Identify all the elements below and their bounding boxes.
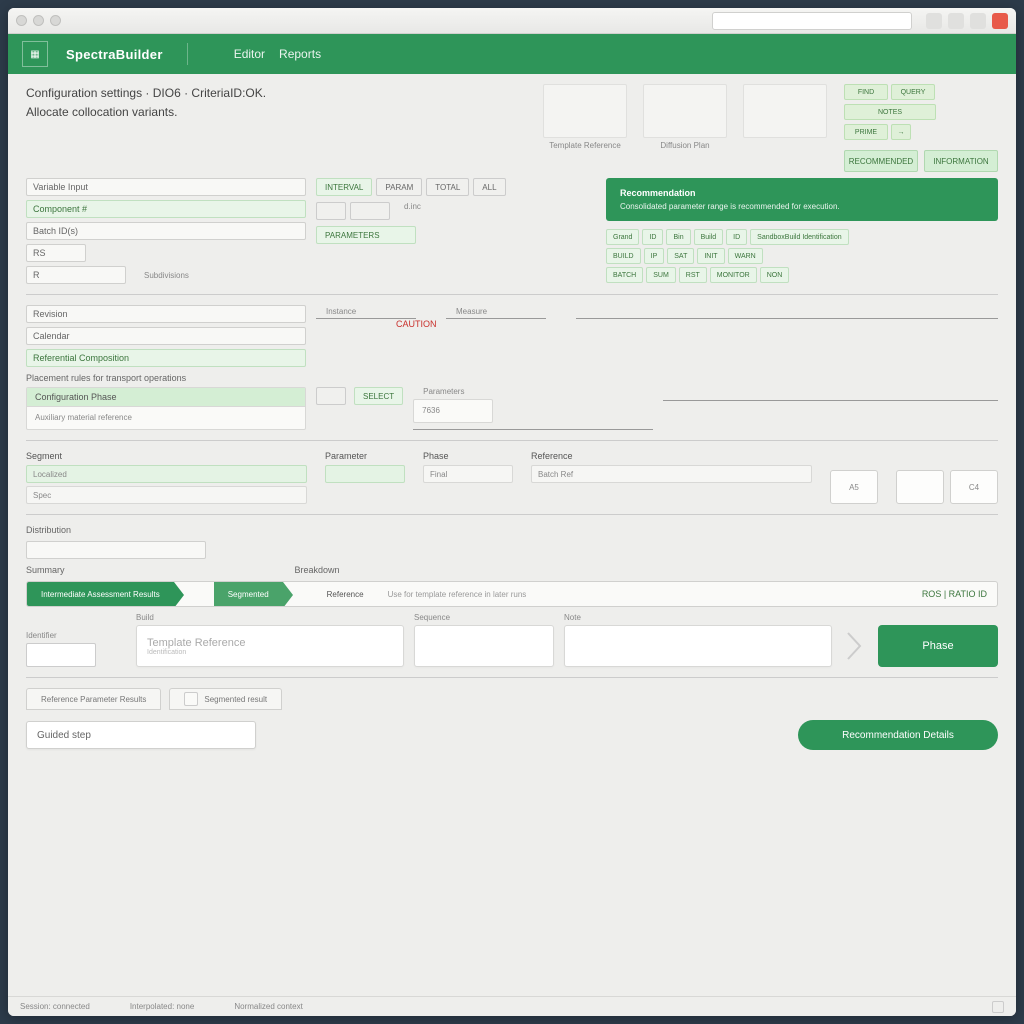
query-button[interactable]: QUERY xyxy=(891,84,935,100)
subdivisions-label: Subdivisions xyxy=(144,271,189,280)
chip[interactable]: SAT xyxy=(667,248,694,264)
chip[interactable]: ID xyxy=(726,229,747,245)
titlebar xyxy=(8,8,1016,34)
arrow-button[interactable]: → xyxy=(891,124,911,140)
all-button[interactable]: ALL xyxy=(473,178,505,196)
parameters-button[interactable]: PARAMETERS xyxy=(316,226,416,244)
field-r[interactable]: R xyxy=(26,266,126,284)
step-1[interactable]: Intermediate Assessment Results xyxy=(27,582,174,606)
tab-reference[interactable]: Reference Parameter Results xyxy=(26,688,161,710)
step-badge: ROS | RATIO ID xyxy=(912,589,997,599)
build-input[interactable]: Template Reference Identification xyxy=(136,625,404,667)
toolbar-icon[interactable] xyxy=(948,13,964,29)
chip[interactable]: WARN xyxy=(728,248,763,264)
field-component[interactable]: Component # xyxy=(26,200,306,218)
nav-editor[interactable]: Editor xyxy=(234,47,265,61)
thumbnail[interactable] xyxy=(740,84,830,150)
max-dot[interactable] xyxy=(50,15,61,26)
close-dot[interactable] xyxy=(16,15,27,26)
ref-field[interactable]: Batch Ref xyxy=(531,465,812,483)
spec-field[interactable]: Spec xyxy=(26,486,307,504)
app-title: SpectraBuilder xyxy=(66,47,163,62)
tab-segmented[interactable]: Segmented result xyxy=(169,688,282,710)
guided-step-dropdown[interactable]: Guided step xyxy=(26,721,256,749)
min-dot[interactable] xyxy=(33,15,44,26)
url-bar[interactable] xyxy=(712,12,912,30)
recommendation-details-button[interactable]: Recommendation Details xyxy=(798,720,998,750)
intro-text: Configuration settings · DIO6 · Criteria… xyxy=(26,84,326,122)
nav-reports[interactable]: Reports xyxy=(279,47,321,61)
app-header: ▦ SpectraBuilder Editor Reports xyxy=(8,34,1016,74)
chip[interactable]: Grand xyxy=(606,229,639,245)
chip[interactable]: RST xyxy=(679,267,707,283)
window-controls xyxy=(16,15,61,26)
prime-button[interactable]: PRIME xyxy=(844,124,888,140)
field-refcomp[interactable]: Referential Composition xyxy=(26,349,306,367)
section-title: Placement rules for transport operations xyxy=(26,373,998,383)
identifier-input[interactable] xyxy=(26,643,96,667)
caution-text: CAUTION xyxy=(396,319,998,329)
field-rs[interactable]: RS xyxy=(26,244,86,262)
distribution-field[interactable] xyxy=(26,541,206,559)
total-button[interactable]: TOTAL xyxy=(426,178,469,196)
chip[interactable]: SUM xyxy=(646,267,676,283)
step-progress: Intermediate Assessment Results Segmente… xyxy=(26,581,998,607)
status-icon xyxy=(992,1001,1004,1013)
chip[interactable]: Build xyxy=(694,229,724,245)
toolbar-icon[interactable] xyxy=(926,13,942,29)
field-batch[interactable]: Batch ID(s) xyxy=(26,222,306,240)
toolbar-icon[interactable] xyxy=(970,13,986,29)
find-button[interactable]: FIND xyxy=(844,84,888,100)
thumbnail[interactable]: Template Reference xyxy=(540,84,630,150)
chip[interactable]: BATCH xyxy=(606,267,643,283)
chip[interactable]: SandboxBuild Identification xyxy=(750,229,848,245)
mini-button[interactable] xyxy=(316,202,346,220)
phase-field[interactable]: Final xyxy=(423,465,513,483)
recommended-button[interactable]: RECOMMENDED xyxy=(844,150,918,172)
chip[interactable]: MONITOR xyxy=(710,267,757,283)
chip[interactable]: BUILD xyxy=(606,248,641,264)
step-3[interactable]: Reference xyxy=(313,582,378,606)
phase-button[interactable]: Phase xyxy=(878,625,998,667)
chip[interactable]: INIT xyxy=(697,248,724,264)
mini-button[interactable] xyxy=(350,202,390,220)
field-calendar[interactable]: Calendar xyxy=(26,327,306,345)
card[interactable] xyxy=(896,470,944,504)
step-2[interactable]: Segmented xyxy=(214,582,283,606)
mini-button[interactable] xyxy=(316,387,346,405)
recommendation-banner: Recommendation Consolidated parameter ra… xyxy=(606,178,998,221)
card[interactable]: C4 xyxy=(950,470,998,504)
chip[interactable]: IP xyxy=(644,248,665,264)
segment-field[interactable]: Localized xyxy=(26,465,307,483)
status-bar: Session: connected Interpolated: none No… xyxy=(8,996,1016,1016)
chip[interactable]: ID xyxy=(642,229,663,245)
chevron-right-icon xyxy=(842,625,868,667)
distribution-label: Distribution xyxy=(26,525,998,535)
sequence-input[interactable] xyxy=(414,625,554,667)
select-button[interactable]: SELECT xyxy=(354,387,403,405)
thumbnail[interactable]: Diffusion Plan xyxy=(640,84,730,150)
note-input[interactable] xyxy=(564,625,832,667)
logo-icon: ▦ xyxy=(22,41,48,67)
notification-icon[interactable] xyxy=(992,13,1008,29)
interval-button[interactable]: INTERVAL xyxy=(316,178,372,196)
field-revision[interactable]: Revision xyxy=(26,305,306,323)
field-variable[interactable]: Variable Input xyxy=(26,178,306,196)
chip[interactable]: Bin xyxy=(666,229,690,245)
param-button[interactable]: PARAM xyxy=(376,178,422,196)
config-panel: Configuration Phase Auxiliary material r… xyxy=(26,387,306,430)
param-field[interactable] xyxy=(325,465,405,483)
chip[interactable]: NON xyxy=(760,267,790,283)
card[interactable]: A5 xyxy=(830,470,878,504)
notes-button[interactable]: NOTES xyxy=(844,104,936,120)
info-button[interactable]: INFORMATION xyxy=(924,150,998,172)
